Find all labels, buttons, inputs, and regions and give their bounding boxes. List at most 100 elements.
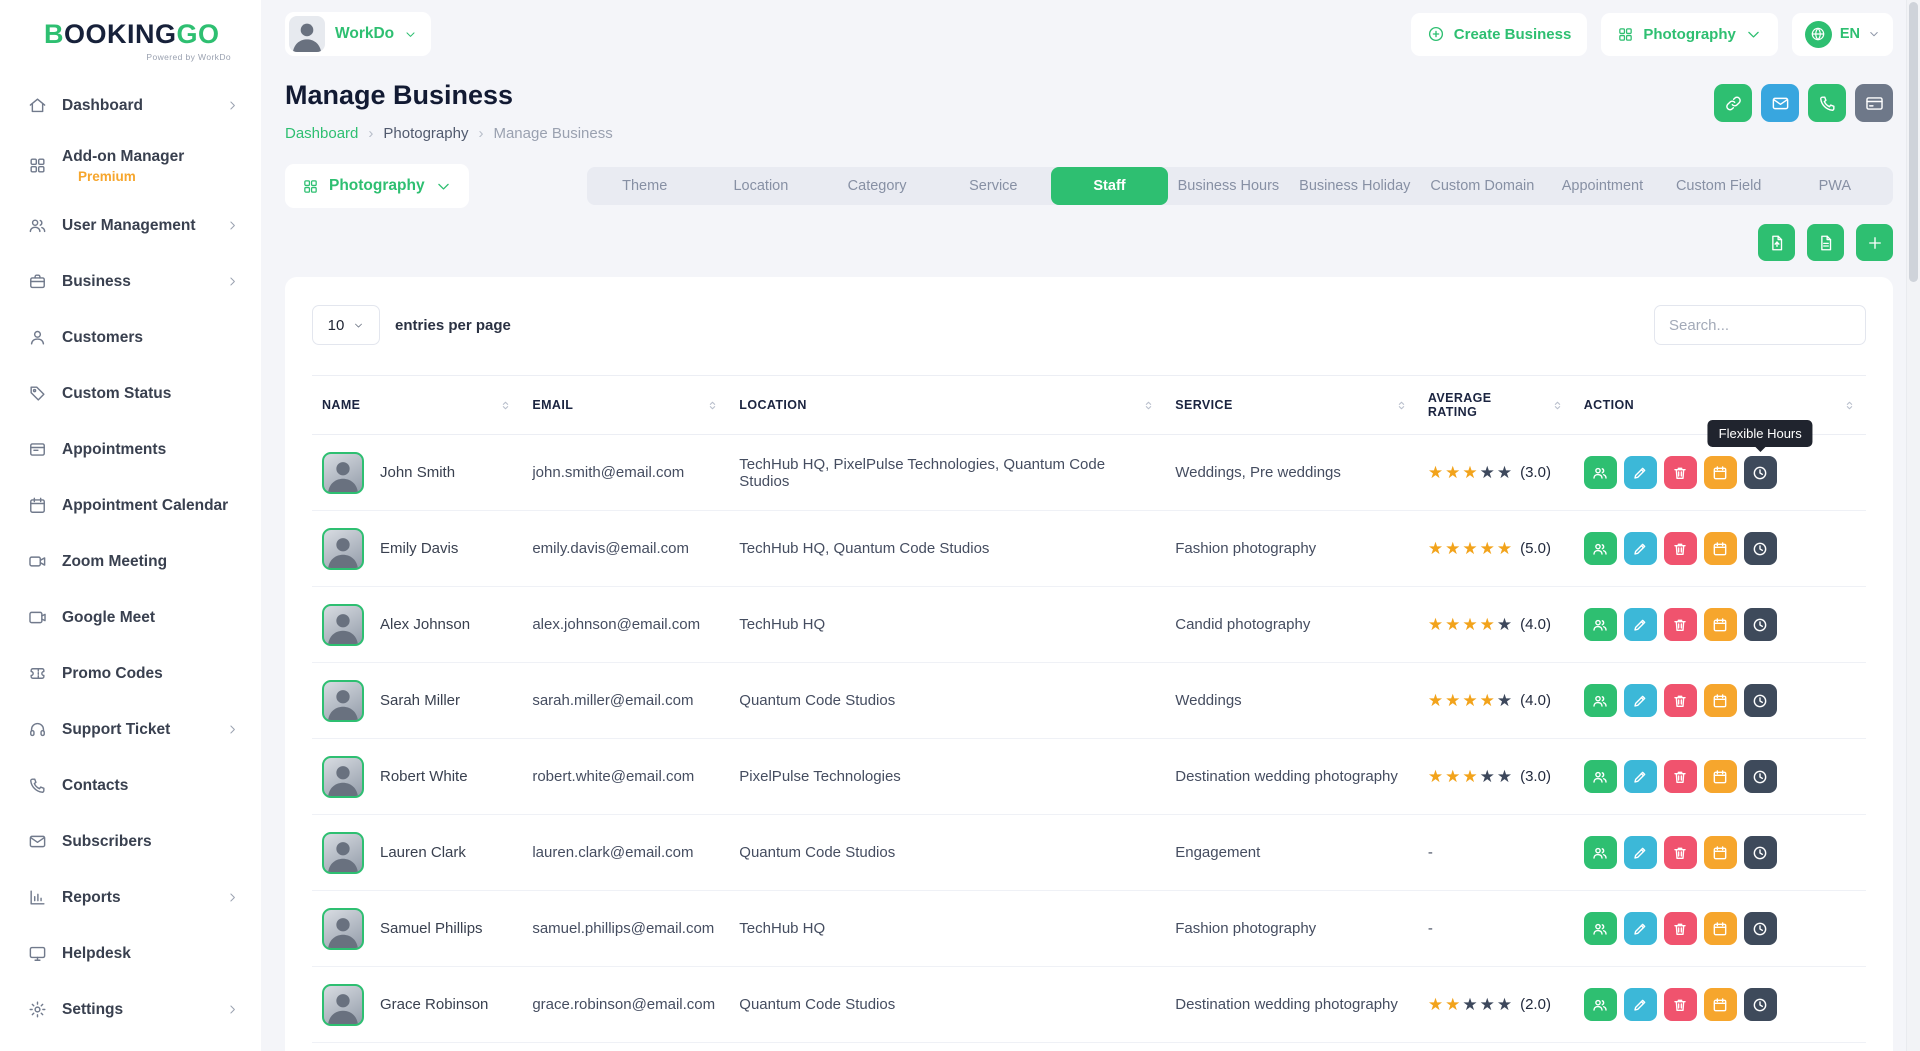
breadcrumb-item-dashboard[interactable]: Dashboard (285, 125, 358, 142)
delete-staff-button[interactable] (1664, 988, 1697, 1021)
view-staff-button[interactable] (1584, 608, 1617, 641)
flexible-hours-button[interactable] (1744, 684, 1777, 717)
column-header-name[interactable]: NAME (312, 376, 522, 435)
add-staff-button[interactable] (1856, 224, 1893, 261)
staff-schedule-button[interactable] (1704, 836, 1737, 869)
sidebar-item-appointment-calendar[interactable]: Appointment Calendar (0, 478, 261, 534)
page-header: Manage Business Dashboard›Photography›Ma… (261, 56, 1920, 142)
language-selector[interactable]: EN (1792, 13, 1893, 56)
column-header-location[interactable]: LOCATION (729, 376, 1165, 435)
delete-staff-button[interactable] (1664, 912, 1697, 945)
sidebar-item-appointments[interactable]: Appointments (0, 422, 261, 478)
flexible-hours-button[interactable] (1744, 912, 1777, 945)
delete-staff-button[interactable] (1664, 760, 1697, 793)
edit-staff-button[interactable] (1624, 760, 1657, 793)
flexible-hours-button[interactable] (1744, 608, 1777, 641)
flexible-hours-button[interactable] (1744, 532, 1777, 565)
sidebar-item-reports[interactable]: Reports (0, 870, 261, 926)
tab-custom-field[interactable]: Custom Field (1661, 167, 1777, 205)
edit-staff-button[interactable] (1624, 684, 1657, 717)
sort-icon[interactable] (1142, 399, 1155, 412)
sidebar-item-promo-codes[interactable]: Promo Codes (0, 646, 261, 702)
delete-staff-button[interactable] (1664, 456, 1697, 489)
sidebar-item-business[interactable]: Business (0, 254, 261, 310)
business-dropdown[interactable]: Photography (1601, 13, 1778, 56)
delete-staff-button[interactable] (1664, 608, 1697, 641)
delete-staff-button[interactable] (1664, 684, 1697, 717)
share-call-button[interactable] (1808, 84, 1846, 122)
staff-schedule-button[interactable] (1704, 912, 1737, 945)
workspace-selector[interactable]: WorkDo (285, 12, 431, 56)
delete-staff-button[interactable] (1664, 532, 1697, 565)
edit-staff-button[interactable] (1624, 456, 1657, 489)
sort-icon[interactable] (706, 399, 719, 412)
edit-staff-button[interactable] (1624, 912, 1657, 945)
view-staff-button[interactable] (1584, 684, 1617, 717)
tab-pwa[interactable]: PWA (1777, 167, 1893, 205)
flexible-hours-button[interactable] (1744, 760, 1777, 793)
tab-custom-domain[interactable]: Custom Domain (1420, 167, 1544, 205)
sidebar-item-zoom-meeting[interactable]: Zoom Meeting (0, 534, 261, 590)
flexible-hours-button[interactable] (1744, 456, 1777, 489)
staff-schedule-button[interactable] (1704, 456, 1737, 489)
column-header-service[interactable]: SERVICE (1165, 376, 1418, 435)
sidebar-item-settings[interactable]: Settings (0, 982, 261, 1038)
tab-theme[interactable]: Theme (587, 167, 703, 205)
sidebar-item-user-management[interactable]: User Management (0, 198, 261, 254)
gear-icon (28, 1000, 47, 1019)
scrollbar-track[interactable] (1906, 0, 1920, 1051)
sidebar-item-custom-status[interactable]: Custom Status (0, 366, 261, 422)
column-header-email[interactable]: EMAIL (522, 376, 729, 435)
staff-schedule-button[interactable] (1704, 988, 1737, 1021)
staff-schedule-button[interactable] (1704, 684, 1737, 717)
sort-icon[interactable] (499, 399, 512, 412)
flexible-hours-button[interactable] (1744, 836, 1777, 869)
delete-staff-button[interactable] (1664, 836, 1697, 869)
sidebar-item-helpdesk[interactable]: Helpdesk (0, 926, 261, 982)
view-staff-button[interactable] (1584, 988, 1617, 1021)
brand-logo[interactable]: BOOKINGGO Powered by WorkDo (0, 12, 261, 78)
entries-per-page-select[interactable]: 10 (312, 305, 380, 345)
edit-staff-button[interactable] (1624, 988, 1657, 1021)
flexible-hours-button[interactable] (1744, 988, 1777, 1021)
scrollbar-thumb[interactable] (1909, 2, 1918, 282)
sort-icon[interactable] (1551, 399, 1564, 412)
sidebar-item-add-on-manager[interactable]: Add-on ManagerPremium (0, 134, 261, 198)
staff-schedule-button[interactable] (1704, 532, 1737, 565)
tab-appointment[interactable]: Appointment (1544, 167, 1660, 205)
view-staff-button[interactable] (1584, 912, 1617, 945)
tab-location[interactable]: Location (703, 167, 819, 205)
import-file-button[interactable] (1807, 224, 1844, 261)
view-staff-button[interactable] (1584, 532, 1617, 565)
sidebar-item-google-meet[interactable]: Google Meet (0, 590, 261, 646)
view-staff-button[interactable] (1584, 760, 1617, 793)
embed-card-button[interactable] (1855, 84, 1893, 122)
tab-service[interactable]: Service (935, 167, 1051, 205)
sidebar-item-support-ticket[interactable]: Support Ticket (0, 702, 261, 758)
staff-avatar (322, 604, 364, 646)
staff-schedule-button[interactable] (1704, 760, 1737, 793)
sidebar-item-dashboard[interactable]: Dashboard (0, 78, 261, 134)
search-input[interactable] (1654, 305, 1866, 345)
tab-category[interactable]: Category (819, 167, 935, 205)
export-file-button[interactable] (1758, 224, 1795, 261)
sidebar-item-contacts[interactable]: Contacts (0, 758, 261, 814)
edit-staff-button[interactable] (1624, 608, 1657, 641)
view-staff-button[interactable] (1584, 836, 1617, 869)
share-mail-button[interactable] (1761, 84, 1799, 122)
business-filter-dropdown[interactable]: Photography (285, 164, 469, 208)
staff-schedule-button[interactable] (1704, 608, 1737, 641)
share-link-button[interactable] (1714, 84, 1752, 122)
column-header-average-rating[interactable]: AVERAGE RATING (1418, 376, 1574, 435)
edit-staff-button[interactable] (1624, 532, 1657, 565)
sort-icon[interactable] (1843, 399, 1856, 412)
tab-business-hours[interactable]: Business Hours (1168, 167, 1290, 205)
sort-icon[interactable] (1395, 399, 1408, 412)
create-business-button[interactable]: Create Business (1411, 13, 1588, 56)
view-staff-button[interactable] (1584, 456, 1617, 489)
edit-staff-button[interactable] (1624, 836, 1657, 869)
sidebar-item-subscribers[interactable]: Subscribers (0, 814, 261, 870)
sidebar-item-customers[interactable]: Customers (0, 310, 261, 366)
tab-business-holiday[interactable]: Business Holiday (1289, 167, 1420, 205)
tab-staff[interactable]: Staff (1051, 167, 1167, 205)
